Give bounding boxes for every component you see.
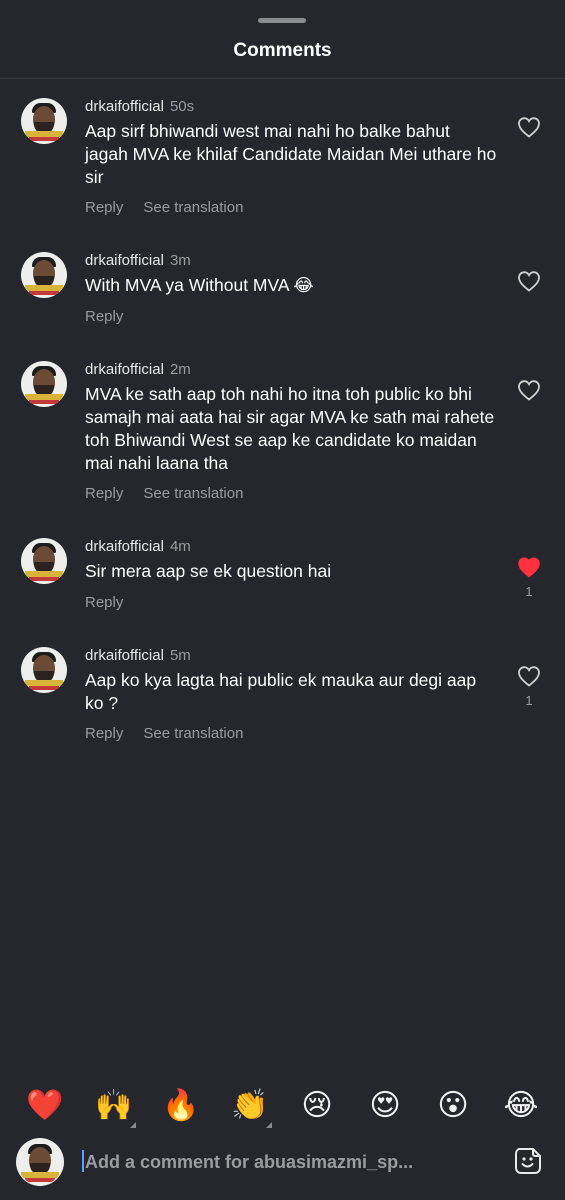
comment-text: Aap ko kya lagta hai public ek mauka aur… [85,670,477,713]
clapping-hands-emoji[interactable]: 👏 [230,1086,272,1128]
avatar[interactable] [21,252,67,298]
comment-text: Aap sirf bhiwandi west mai nahi ho balke… [85,121,497,187]
tears-of-joy-emoji[interactable]: 😂 [501,1086,541,1126]
reply-button[interactable]: Reply [85,594,123,611]
like-count: 1 [525,693,533,708]
raising-hands-emoji[interactable]: 🙌 [94,1086,136,1128]
heart-outline-icon [518,380,540,401]
comment-input-placeholder: Add a comment for abuasimazmi_sp... [85,1152,414,1172]
like-count: 1 [525,584,533,599]
like-button[interactable] [516,116,542,138]
comment-timestamp: 4m [169,538,191,555]
sticker-icon [515,1148,541,1174]
comment-timestamp: 2m [169,361,191,378]
like-button[interactable]: 1 [516,556,542,599]
comment-text: With MVA ya Without MVA 😂 [85,275,314,295]
reply-button[interactable]: Reply [85,725,123,742]
surprised-face-emoji[interactable]: 😮 [433,1086,473,1126]
comment-username[interactable]: drkaifofficial [85,252,164,269]
avatar[interactable] [21,538,67,584]
skin-tone-indicator-icon [130,1122,136,1128]
comment-username[interactable]: drkaifofficial [85,538,164,555]
like-button[interactable] [516,379,542,401]
comment-composer: Add a comment for abuasimazmi_sp... [0,1136,565,1186]
crying-face-emoji[interactable]: 😢 [297,1086,337,1126]
fire-emoji[interactable]: 🔥 [161,1086,201,1126]
comment-timestamp: 5m [169,647,191,664]
text-caret [82,1150,84,1172]
comment-timestamp: 3m [169,252,191,269]
reply-button[interactable]: Reply [85,308,123,325]
drag-handle[interactable] [258,18,306,23]
emoji-reaction-bar: ❤️ 🙌 🔥 👏 😢 😍 😮 😂 [0,1086,565,1128]
see-translation-button[interactable]: See translation [143,725,243,742]
reply-button[interactable]: Reply [85,485,123,502]
like-button[interactable]: 1 [516,665,542,708]
like-button[interactable] [516,270,542,292]
comment-username[interactable]: drkaifofficial [85,647,164,664]
avatar[interactable] [21,98,67,144]
header-divider [0,78,565,79]
skin-tone-indicator-icon [266,1122,272,1128]
avatar[interactable] [21,361,67,407]
raising-hands-glyph: 🙌 [95,1088,133,1123]
heart-eyes-emoji[interactable]: 😍 [365,1086,405,1126]
page-title: Comments [233,40,332,61]
current-user-avatar [16,1138,64,1186]
red-heart-emoji[interactable]: ❤️ [25,1086,65,1126]
comment-username[interactable]: drkaifofficial [85,361,164,378]
heart-filled-icon [518,557,540,578]
comment-username[interactable]: drkaifofficial [85,98,164,115]
comment-timestamp: 50s [169,98,195,115]
heart-outline-icon [518,271,540,292]
reply-button[interactable]: Reply [85,199,123,216]
heart-outline-icon [518,666,540,687]
sticker-button[interactable] [513,1146,543,1181]
comment-text: MVA ke sath aap toh nahi ho itna toh pub… [85,384,495,473]
see-translation-button[interactable]: See translation [143,485,243,502]
comment-input[interactable]: Add a comment for abuasimazmi_sp... [82,1150,413,1173]
comment-text: Sir mera aap se ek question hai [85,561,332,581]
clapping-hands-glyph: 👏 [231,1088,269,1123]
avatar[interactable] [21,647,67,693]
heart-outline-icon [518,117,540,138]
see-translation-button[interactable]: See translation [143,199,243,216]
